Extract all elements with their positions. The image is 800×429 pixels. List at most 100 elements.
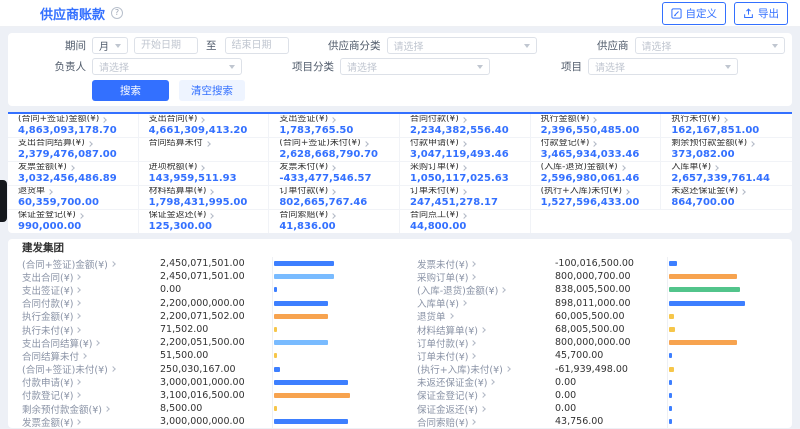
metric-cell[interactable]: 未返还保证金(¥)864,700.00 xyxy=(661,186,792,210)
period-unit-select[interactable]: 月 xyxy=(92,37,128,54)
metric-cell[interactable]: (入库-退货)金额(¥)2,596,980,061.46 xyxy=(531,162,662,186)
group-metric-row[interactable]: 执行金额(¥)2,200,071,502.00 xyxy=(22,310,383,323)
metric-cell[interactable]: 保证金登记(¥)990,000.00 xyxy=(8,210,139,233)
group-metric-row[interactable]: 采购订单(¥)800,000,700.00 xyxy=(417,270,778,283)
metric-cell[interactable]: 合同索赔(¥)41,836.00 xyxy=(269,210,400,233)
metric-label-text: (合同+签证)金额(¥) xyxy=(18,115,99,124)
metric-label: 发票金额(¥) xyxy=(18,163,128,172)
bar-track xyxy=(272,323,383,336)
metric-cell[interactable]: 剩余预付款金额(¥)373,082.00 xyxy=(661,138,792,162)
group-metric-label-text: (执行+入库)未付(¥) xyxy=(417,362,503,376)
drill-chevron-icon xyxy=(330,117,336,123)
export-label: 导出 xyxy=(758,6,779,21)
customize-button[interactable]: 自定义 xyxy=(662,2,727,25)
metric-cell[interactable]: 保证金返还(¥)125,300.00 xyxy=(139,210,270,233)
group-metric-row[interactable]: 订单未付(¥)45,700.00 xyxy=(417,349,778,362)
group-metric-row[interactable]: 退货单60,005,500.00 xyxy=(417,310,778,323)
group-metric-label: (合同+签证)未付(¥) xyxy=(22,362,160,376)
metric-cell[interactable]: 材料结算单(¥)1,798,431,995.00 xyxy=(139,186,270,210)
group-metric-row[interactable]: 合同结算未付51,500.00 xyxy=(22,349,383,362)
metric-cell[interactable]: 付款申请(¥)3,047,119,493.46 xyxy=(400,138,531,162)
metric-cell[interactable]: 订单付款(¥)802,665,767.46 xyxy=(269,186,400,210)
end-date-input[interactable] xyxy=(225,37,289,54)
group-metric-row[interactable]: 未返还保证金(¥)0.00 xyxy=(417,376,778,389)
drill-chevron-icon xyxy=(110,261,116,267)
metric-cell[interactable]: 执行未付(¥)162,167,851.00 xyxy=(661,114,792,138)
group-metric-row[interactable]: 支出合同(¥)2,450,071,501.00 xyxy=(22,270,383,283)
sidebar-collapse-handle[interactable] xyxy=(0,180,7,222)
group-metric-row[interactable]: 保证金登记(¥)0.00 xyxy=(417,389,778,402)
group-metric-row[interactable]: (合同+签证)金额(¥)2,450,071,501.00 xyxy=(22,257,383,270)
export-icon xyxy=(743,8,754,19)
group-metric-row[interactable]: 发票未付(¥)-100,016,500.00 xyxy=(417,257,778,270)
group-metric-row[interactable]: 材料结算单(¥)68,005,500.00 xyxy=(417,323,778,336)
metric-cell[interactable]: (合同+签证)金额(¥)4,863,093,178.70 xyxy=(8,114,139,138)
drill-chevron-icon xyxy=(461,141,467,147)
value-bar xyxy=(669,327,675,332)
metric-cell[interactable]: (执行+入库)未付(¥)1,527,596,433.00 xyxy=(531,186,662,210)
metric-cell[interactable]: 支出合同(¥)4,661,309,413.20 xyxy=(139,114,270,138)
group-metric-row[interactable]: 付款登记(¥)3,100,016,500.00 xyxy=(22,389,383,402)
search-button[interactable]: 搜索 xyxy=(92,80,169,101)
start-date-input[interactable] xyxy=(134,37,198,54)
metric-cell[interactable]: 退货单60,359,700.00 xyxy=(8,186,139,210)
metric-cell[interactable]: 支出合同结算(¥)2,379,476,087.00 xyxy=(8,138,139,162)
value-bar xyxy=(669,287,740,292)
group-metric-row[interactable]: 执行未付(¥)71,502.00 xyxy=(22,323,383,336)
drill-chevron-icon xyxy=(713,165,719,171)
metric-cell[interactable]: 合同结算未付 xyxy=(139,138,270,162)
help-icon[interactable]: ? xyxy=(111,7,123,19)
metric-label: 支出合同结算(¥) xyxy=(18,139,128,148)
group-metric-row[interactable]: 合同付款(¥)2,200,000,000.00 xyxy=(22,297,383,310)
top-bar: 供应商账款 ? 自定义 导出 xyxy=(0,0,800,27)
group-metric-row[interactable]: 付款申请(¥)3,000,001,000.00 xyxy=(22,376,383,389)
group-metric-value: 2,450,071,501.00 xyxy=(160,271,272,282)
metric-cell[interactable]: 采购订单(¥)1,050,117,025.63 xyxy=(400,162,531,186)
group-metric-row[interactable]: 入库单(¥)898,011,000.00 xyxy=(417,297,778,310)
drill-chevron-icon xyxy=(76,379,82,385)
group-metric-row[interactable]: 发票金额(¥)3,000,000,000.00 xyxy=(22,415,383,428)
metric-cell[interactable]: 合同付款(¥)2,234,382,556.40 xyxy=(400,114,531,138)
metric-cell[interactable]: (合同+签证)未付(¥)2,628,668,790.70 xyxy=(269,138,400,162)
metric-cell[interactable]: 合同点工(¥)44,800.00 xyxy=(400,210,531,233)
supplier-category-select[interactable]: 请选择 xyxy=(387,37,537,54)
group-title[interactable]: 建发集团 xyxy=(22,242,778,255)
value-bar xyxy=(274,314,328,319)
group-metric-row[interactable]: (合同+签证)未付(¥)250,030,167.00 xyxy=(22,363,383,376)
metric-cell[interactable]: 入库单(¥)2,657,339,761.44 xyxy=(661,162,792,186)
clear-search-button[interactable]: 清空搜索 xyxy=(179,80,245,101)
metric-cell[interactable]: 执行金额(¥)2,396,550,485.00 xyxy=(531,114,662,138)
project-select[interactable]: 请选择 xyxy=(588,58,738,75)
metric-label-text: 退货单 xyxy=(18,187,45,196)
owner-select[interactable]: 请选择 xyxy=(92,58,242,75)
group-metric-row[interactable]: (入库-退货)金额(¥)838,005,500.00 xyxy=(417,283,778,296)
bar-track xyxy=(272,349,383,362)
group-metric-row[interactable]: 合同索赔(¥)43,756.00 xyxy=(417,415,778,428)
metric-label: (入库-退货)金额(¥) xyxy=(541,163,651,172)
filter-label: 负责人 xyxy=(24,59,86,74)
drill-chevron-icon xyxy=(740,189,746,195)
project-category-select[interactable]: 请选择 xyxy=(340,58,490,75)
metric-cell[interactable]: 订单未付(¥)247,451,278.17 xyxy=(400,186,531,210)
supplier-select[interactable]: 请选择 xyxy=(635,37,785,54)
drill-chevron-icon xyxy=(101,117,107,123)
group-metric-label-text: 支出合同结算(¥) xyxy=(22,336,92,350)
metric-cell[interactable]: 进项税额(¥)143,959,511.93 xyxy=(139,162,270,186)
metric-cell[interactable]: 付款登记(¥)3,465,934,033.46 xyxy=(531,138,662,162)
group-metric-row[interactable]: 订单付款(¥)800,000,000.00 xyxy=(417,336,778,349)
metric-cell[interactable]: 支出签证(¥)1,783,765.50 xyxy=(269,114,400,138)
group-metric-row[interactable]: 支出签证(¥)0.00 xyxy=(22,283,383,296)
value-bar xyxy=(669,340,737,345)
group-metric-row[interactable]: (执行+入库)未付(¥)-61,939,498.00 xyxy=(417,363,778,376)
metric-label: 进项税额(¥) xyxy=(149,163,259,172)
drill-chevron-icon xyxy=(69,165,75,171)
filter-label: 项目 xyxy=(520,59,582,74)
filter-project: 项目请选择 xyxy=(520,58,738,75)
group-metric-label-text: 采购订单(¥) xyxy=(417,270,468,284)
group-metric-row[interactable]: 支出合同结算(¥)2,200,051,500.00 xyxy=(22,336,383,349)
value-bar xyxy=(274,301,328,306)
export-button[interactable]: 导出 xyxy=(734,2,788,25)
metric-cell[interactable]: 发票金额(¥)3,032,456,486.89 xyxy=(8,162,139,186)
metric-cell[interactable]: 发票未付(¥)-433,477,546.57 xyxy=(269,162,400,186)
bar-track xyxy=(272,283,383,296)
